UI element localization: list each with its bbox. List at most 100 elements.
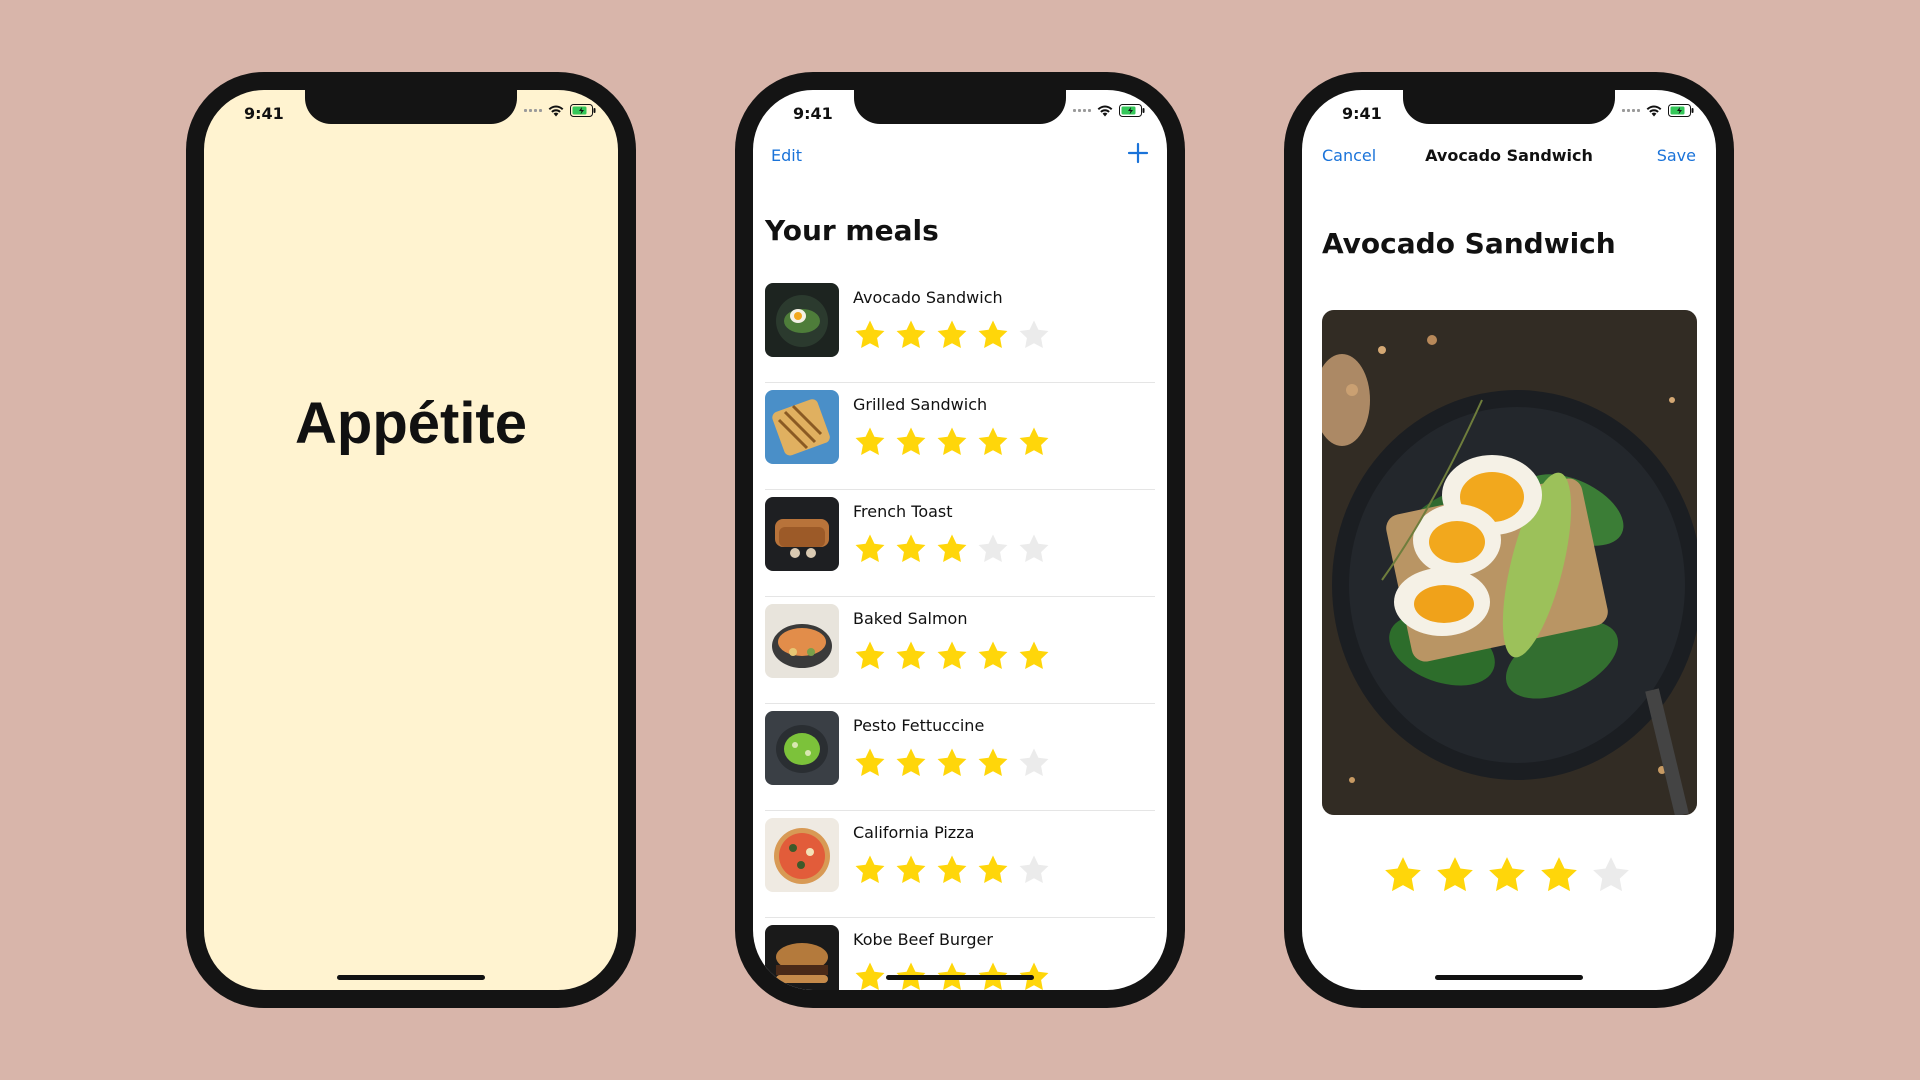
signal-icon xyxy=(1073,109,1091,112)
star-filled-icon[interactable] xyxy=(853,318,887,352)
status-time: 9:41 xyxy=(1342,104,1382,123)
meal-rating xyxy=(853,532,1051,566)
meal-detail-screen: 9:41 Cancel Avocado Sandwich Save Avocad… xyxy=(1302,90,1716,990)
star-filled-icon[interactable] xyxy=(894,746,928,780)
baked-salmon-photo xyxy=(765,604,839,678)
star-filled-icon[interactable] xyxy=(894,318,928,352)
meal-rating xyxy=(853,425,1051,459)
burger-photo xyxy=(765,925,839,990)
star-filled-icon[interactable] xyxy=(935,532,969,566)
star-filled-icon[interactable] xyxy=(1017,639,1051,673)
star-filled-icon[interactable] xyxy=(976,425,1010,459)
meal-name: Avocado Sandwich xyxy=(853,288,1003,307)
star-filled-icon[interactable] xyxy=(894,532,928,566)
meal-thumbnail xyxy=(765,390,839,464)
status-icons xyxy=(524,104,596,117)
wifi-icon xyxy=(548,105,564,116)
meal-row[interactable]: Avocado Sandwich xyxy=(765,276,1155,383)
star-filled-icon[interactable] xyxy=(976,318,1010,352)
star-filled-icon[interactable] xyxy=(853,532,887,566)
star-empty-icon[interactable] xyxy=(1017,746,1051,780)
star-empty-icon[interactable] xyxy=(1017,318,1051,352)
avocado-sandwich-photo xyxy=(1322,310,1697,815)
star-empty-icon[interactable] xyxy=(1590,854,1632,896)
star-filled-icon[interactable] xyxy=(1382,854,1424,896)
phone-meal-detail: 9:41 Cancel Avocado Sandwich Save Avocad… xyxy=(1284,72,1734,1008)
plus-icon[interactable] xyxy=(1127,142,1149,164)
meal-thumbnail xyxy=(765,604,839,678)
meal-thumbnail xyxy=(765,925,839,990)
star-empty-icon[interactable] xyxy=(1017,853,1051,887)
meal-thumbnail xyxy=(765,497,839,571)
wifi-icon xyxy=(1646,105,1662,116)
star-filled-icon[interactable] xyxy=(935,639,969,673)
meal-name: Grilled Sandwich xyxy=(853,395,988,414)
save-button[interactable]: Save xyxy=(1657,146,1696,165)
app-title: Appétite xyxy=(295,391,527,456)
meal-row[interactable]: Baked Salmon xyxy=(765,597,1155,704)
edit-button[interactable]: Edit xyxy=(771,146,802,165)
meal-thumbnail xyxy=(765,283,839,357)
meal-name: Pesto Fettuccine xyxy=(853,716,985,735)
meal-row[interactable]: Grilled Sandwich xyxy=(765,383,1155,490)
meal-thumbnail xyxy=(765,818,839,892)
star-filled-icon[interactable] xyxy=(1538,854,1580,896)
star-filled-icon[interactable] xyxy=(853,960,887,990)
meal-name: Kobe Beef Burger xyxy=(853,930,993,949)
star-filled-icon[interactable] xyxy=(976,639,1010,673)
star-filled-icon[interactable] xyxy=(935,318,969,352)
star-filled-icon[interactable] xyxy=(976,853,1010,887)
star-filled-icon[interactable] xyxy=(976,746,1010,780)
meal-rating xyxy=(853,853,1051,887)
home-indicator[interactable] xyxy=(1435,975,1583,980)
phone-meal-list: 9:41 Edit Your meals Avocado Sandwich Gri… xyxy=(735,72,1185,1008)
star-filled-icon[interactable] xyxy=(853,425,887,459)
meal-row[interactable]: French Toast xyxy=(765,490,1155,597)
battery-icon xyxy=(1119,104,1145,117)
status-icons xyxy=(1073,104,1145,117)
home-indicator[interactable] xyxy=(886,975,1034,980)
star-filled-icon[interactable] xyxy=(1486,854,1528,896)
meal-row[interactable]: Pesto Fettuccine xyxy=(765,704,1155,811)
battery-icon xyxy=(1668,104,1694,117)
pesto-fettuccine-photo xyxy=(765,711,839,785)
meal-name: Baked Salmon xyxy=(853,609,968,628)
meal-list-screen: 9:41 Edit Your meals Avocado Sandwich Gri… xyxy=(753,90,1167,990)
star-filled-icon[interactable] xyxy=(853,853,887,887)
meal-row[interactable]: California Pizza xyxy=(765,811,1155,918)
star-filled-icon[interactable] xyxy=(894,853,928,887)
meal-rating xyxy=(853,639,1051,673)
notch xyxy=(854,90,1066,124)
rating-control[interactable] xyxy=(1382,854,1632,896)
phone-splash: 9:41 Appétite xyxy=(186,72,636,1008)
page-title: Your meals xyxy=(765,214,939,247)
meal-name: California Pizza xyxy=(853,823,975,842)
wifi-icon xyxy=(1097,105,1113,116)
pizza-photo xyxy=(765,818,839,892)
star-empty-icon[interactable] xyxy=(1017,532,1051,566)
star-filled-icon[interactable] xyxy=(894,425,928,459)
notch xyxy=(1403,90,1615,124)
star-filled-icon[interactable] xyxy=(1017,425,1051,459)
star-filled-icon[interactable] xyxy=(935,853,969,887)
star-filled-icon[interactable] xyxy=(935,746,969,780)
signal-icon xyxy=(1622,109,1640,112)
meal-photo[interactable] xyxy=(1322,310,1697,815)
star-filled-icon[interactable] xyxy=(853,746,887,780)
meal-thumbnail xyxy=(765,711,839,785)
french-toast-photo xyxy=(765,497,839,571)
nav-title: Avocado Sandwich xyxy=(1425,146,1593,165)
star-empty-icon[interactable] xyxy=(976,532,1010,566)
meal-name: French Toast xyxy=(853,502,953,521)
battery-icon xyxy=(570,104,596,117)
notch xyxy=(305,90,517,124)
avocado-toast-photo xyxy=(765,283,839,357)
star-filled-icon[interactable] xyxy=(853,639,887,673)
splash-screen: 9:41 Appétite xyxy=(204,90,618,990)
star-filled-icon[interactable] xyxy=(894,639,928,673)
star-filled-icon[interactable] xyxy=(935,425,969,459)
meal-rating xyxy=(853,746,1051,780)
status-time: 9:41 xyxy=(244,104,284,123)
home-indicator[interactable] xyxy=(337,975,485,980)
star-filled-icon[interactable] xyxy=(1434,854,1476,896)
